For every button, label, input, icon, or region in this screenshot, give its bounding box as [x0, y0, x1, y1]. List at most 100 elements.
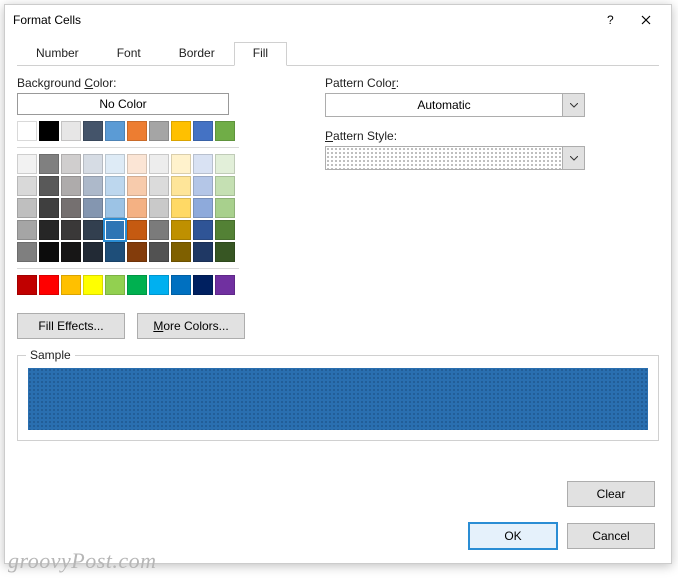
pattern-color-label: Pattern Color: — [325, 76, 659, 90]
color-swatch[interactable] — [105, 121, 125, 141]
sample-preview — [28, 368, 648, 430]
color-swatch[interactable] — [39, 154, 59, 174]
no-color-button[interactable]: No Color — [17, 93, 229, 115]
tab-number[interactable]: Number — [17, 42, 98, 66]
pattern-color-combo[interactable]: Automatic — [325, 93, 585, 117]
color-swatch[interactable] — [149, 220, 169, 240]
color-swatch[interactable] — [171, 220, 191, 240]
color-swatch[interactable] — [215, 176, 235, 196]
color-swatch[interactable] — [127, 121, 147, 141]
cancel-button[interactable]: Cancel — [567, 523, 655, 549]
color-swatch[interactable] — [149, 154, 169, 174]
color-swatch[interactable] — [149, 242, 169, 262]
color-swatch[interactable] — [171, 176, 191, 196]
chevron-down-icon — [562, 147, 584, 169]
close-button[interactable] — [629, 5, 663, 35]
color-swatch[interactable] — [105, 220, 125, 240]
color-swatch[interactable] — [127, 154, 147, 174]
color-swatch[interactable] — [17, 275, 37, 295]
pattern-style-value — [326, 147, 562, 169]
color-swatch[interactable] — [193, 176, 213, 196]
help-button[interactable]: ? — [595, 5, 629, 35]
color-swatch[interactable] — [127, 275, 147, 295]
color-swatch[interactable] — [39, 121, 59, 141]
color-swatch[interactable] — [105, 275, 125, 295]
color-swatch[interactable] — [215, 198, 235, 218]
color-swatch[interactable] — [39, 275, 59, 295]
color-swatch[interactable] — [83, 242, 103, 262]
color-swatch[interactable] — [149, 176, 169, 196]
color-swatch[interactable] — [127, 198, 147, 218]
more-colors-button[interactable]: More Colors... — [137, 313, 245, 339]
background-color-label: Background Color: — [17, 76, 277, 90]
color-swatch[interactable] — [17, 242, 37, 262]
color-swatch[interactable] — [83, 275, 103, 295]
color-swatch[interactable] — [127, 220, 147, 240]
color-swatch[interactable] — [215, 154, 235, 174]
color-swatch[interactable] — [83, 154, 103, 174]
color-swatch[interactable] — [171, 275, 191, 295]
color-swatch[interactable] — [171, 121, 191, 141]
color-swatch[interactable] — [61, 198, 81, 218]
color-swatch[interactable] — [17, 176, 37, 196]
color-swatch[interactable] — [105, 242, 125, 262]
color-swatch[interactable] — [83, 198, 103, 218]
color-swatch[interactable] — [171, 242, 191, 262]
color-swatch[interactable] — [215, 121, 235, 141]
color-swatch[interactable] — [61, 154, 81, 174]
pattern-color-value: Automatic — [326, 94, 562, 116]
sample-group: Sample — [17, 355, 659, 441]
color-swatch[interactable] — [17, 198, 37, 218]
tab-bar: Number Font Border Fill — [17, 41, 659, 66]
color-swatch[interactable] — [105, 198, 125, 218]
clear-button[interactable]: Clear — [567, 481, 655, 507]
color-swatch[interactable] — [149, 121, 169, 141]
color-swatch[interactable] — [171, 198, 191, 218]
color-swatch[interactable] — [149, 198, 169, 218]
color-swatch[interactable] — [39, 198, 59, 218]
watermark: groovyPost.com — [8, 548, 157, 574]
color-swatch[interactable] — [193, 220, 213, 240]
pattern-style-label: Pattern Style: — [325, 129, 659, 143]
color-swatch[interactable] — [215, 220, 235, 240]
tab-fill[interactable]: Fill — [234, 42, 287, 66]
svg-text:?: ? — [607, 13, 614, 27]
tab-border[interactable]: Border — [160, 42, 234, 66]
dialog-content: Number Font Border Fill Background Color… — [5, 35, 671, 441]
color-swatch[interactable] — [171, 154, 191, 174]
color-swatch[interactable] — [105, 154, 125, 174]
color-swatch[interactable] — [17, 154, 37, 174]
color-swatch[interactable] — [83, 220, 103, 240]
color-swatch[interactable] — [105, 176, 125, 196]
color-swatch[interactable] — [61, 121, 81, 141]
color-swatch[interactable] — [39, 242, 59, 262]
color-swatch[interactable] — [193, 242, 213, 262]
sample-legend: Sample — [26, 348, 75, 362]
color-swatch[interactable] — [61, 275, 81, 295]
color-swatch[interactable] — [61, 242, 81, 262]
format-cells-dialog: Format Cells ? Number Font Border Fill B… — [4, 4, 672, 564]
color-swatch[interactable] — [39, 220, 59, 240]
color-swatch[interactable] — [127, 176, 147, 196]
color-swatch[interactable] — [193, 275, 213, 295]
pattern-style-combo[interactable] — [325, 146, 585, 170]
color-swatch[interactable] — [17, 220, 37, 240]
ok-button[interactable]: OK — [469, 523, 557, 549]
color-swatch[interactable] — [215, 275, 235, 295]
color-swatch[interactable] — [61, 176, 81, 196]
color-swatch[interactable] — [149, 275, 169, 295]
color-swatch[interactable] — [127, 242, 147, 262]
color-swatch[interactable] — [193, 198, 213, 218]
tab-font[interactable]: Font — [98, 42, 160, 66]
titlebar: Format Cells ? — [5, 5, 671, 35]
color-swatch[interactable] — [17, 121, 37, 141]
color-swatch[interactable] — [83, 176, 103, 196]
right-column: Pattern Color: Automatic Pattern Style: — [325, 76, 659, 339]
fill-effects-button[interactable]: Fill Effects... — [17, 313, 125, 339]
color-swatch[interactable] — [61, 220, 81, 240]
color-swatch[interactable] — [83, 121, 103, 141]
color-swatch[interactable] — [39, 176, 59, 196]
color-swatch[interactable] — [215, 242, 235, 262]
color-swatch[interactable] — [193, 154, 213, 174]
color-swatch[interactable] — [193, 121, 213, 141]
